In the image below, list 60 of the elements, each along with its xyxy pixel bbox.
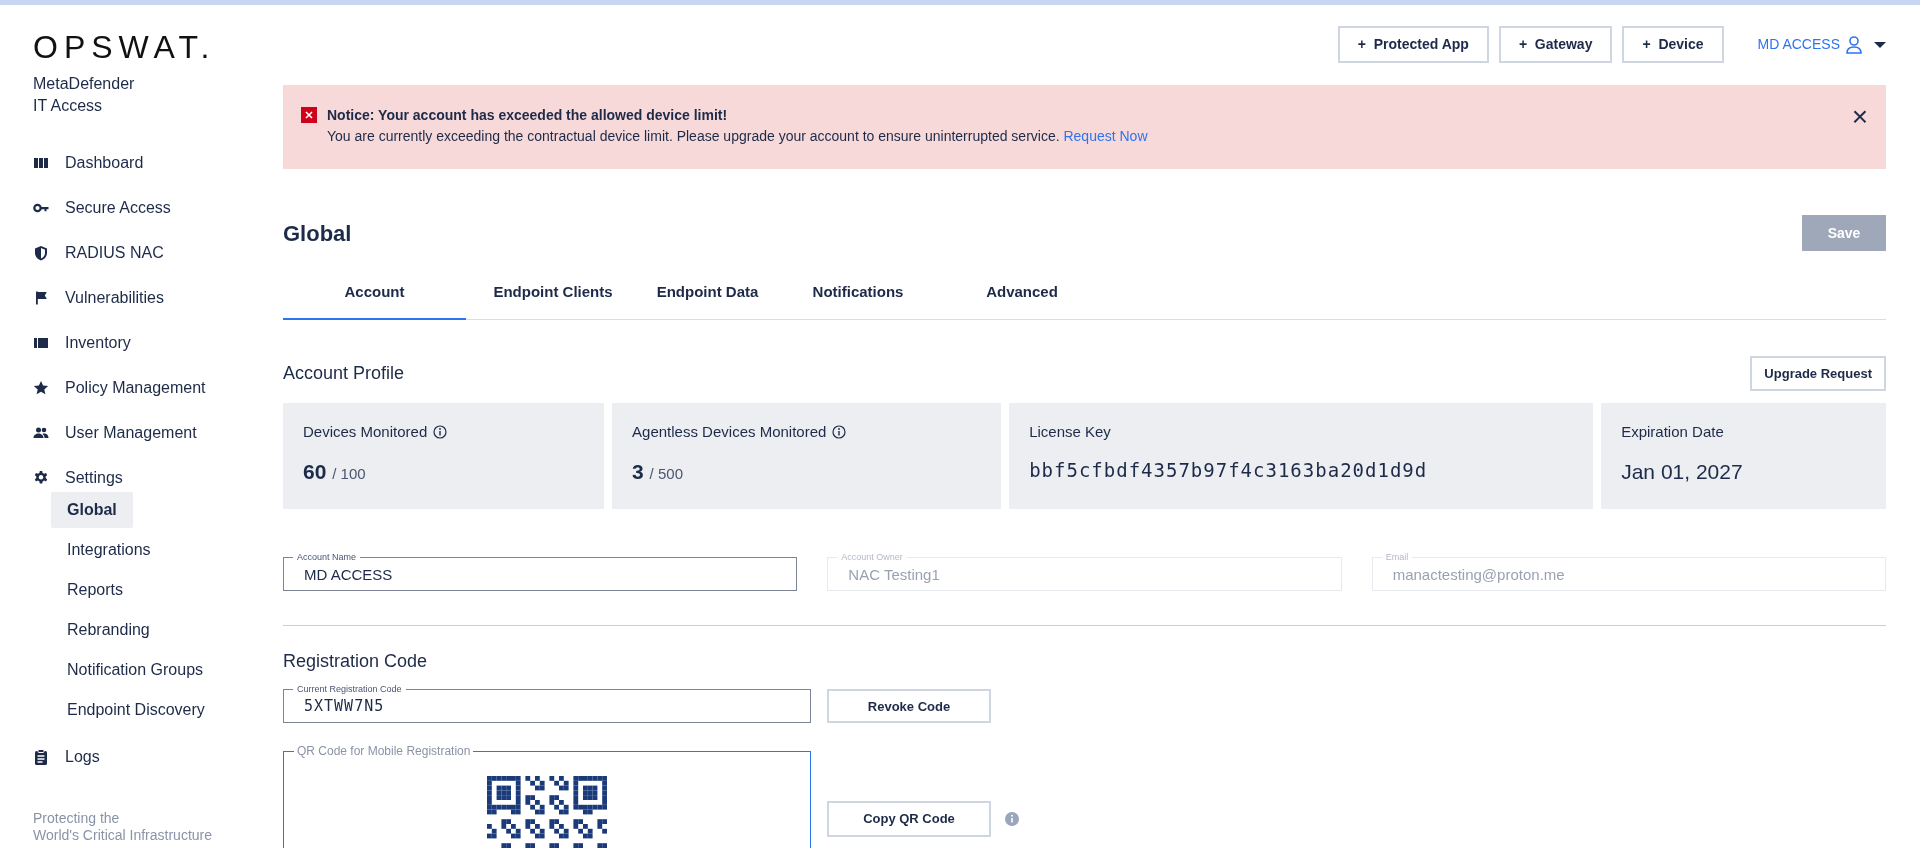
stat-label: License Key [1029, 422, 1111, 442]
product-name: IT Access [33, 95, 104, 116]
sidebar-subitem[interactable]: Notification Groups [51, 652, 220, 689]
info-icon[interactable] [433, 425, 448, 440]
clipboard-icon [33, 748, 49, 765]
expiration-date: Jan 01, 2027 [1621, 458, 1744, 485]
tab[interactable]: Notifications [775, 271, 941, 320]
copy-button[interactable]: Copy QR Code [827, 801, 991, 837]
logo-text: OPSWAT. [33, 31, 217, 63]
field-label: Email [1381, 551, 1413, 563]
field-label: Account Name [293, 551, 361, 563]
sidebar-item[interactable]: Dashboard [33, 140, 270, 186]
field-label: Account Owner [837, 551, 907, 563]
sidebar-subitem[interactable]: Global [51, 492, 133, 529]
caret-icon [1874, 40, 1886, 49]
sidebar-subitem[interactable]: Integrations [51, 532, 167, 569]
sidebar-subitem[interactable]: Reports [51, 572, 140, 609]
section-title: Account Profile [283, 361, 405, 385]
sidebar-item[interactable]: Policy Management [33, 365, 270, 411]
info-icon[interactable] [832, 425, 847, 440]
product-name: MetaDefender [33, 74, 136, 94]
sidebar-item[interactable]: RADIUS NAC [33, 230, 270, 276]
notice-message: You are currently exceeding the contractual device limit. Please upgrade your account to ensure uninterrupted service. Request Now [327, 127, 1148, 146]
gear-icon [33, 469, 49, 486]
sidebar-item[interactable]: Vulnerabilities [33, 275, 270, 321]
error-icon [301, 107, 317, 123]
license-key: bbf5cfbdf4357b97f4c3163ba20d1d9d [1029, 455, 1574, 484]
user-icon [1846, 35, 1862, 54]
revoke-button[interactable]: Revoke Code [827, 689, 991, 723]
upgrade-button[interactable]: Upgrade Request [1750, 355, 1886, 391]
panel-label: QR Code for Mobile Registration [294, 743, 474, 759]
stat-value: 3 / 500 [632, 458, 684, 485]
stat-value: 60 / 100 [303, 458, 367, 485]
sidebar-item[interactable]: Inventory [33, 320, 270, 366]
close-button[interactable]: × [1851, 105, 1868, 129]
field-label: Current Registration Code [293, 683, 406, 695]
sidebar-item[interactable]: User Management [33, 410, 270, 456]
flag-icon [33, 289, 49, 306]
tab[interactable]: Account [283, 271, 466, 320]
add-button[interactable]: + Device [1622, 26, 1724, 63]
add-button[interactable]: + Gateway [1498, 26, 1613, 63]
sidebar-item[interactable]: Logs [33, 734, 270, 780]
shield-icon [33, 244, 49, 261]
notice-title: Notice: Your account has exceeded the allowed device limit! [327, 106, 729, 125]
tagline-text: Protecting the [33, 810, 121, 828]
star-icon [33, 379, 49, 396]
user-menu[interactable]: MD ACCESS [1757, 34, 1886, 55]
sidebar-subitem[interactable]: Rebranding [51, 612, 166, 649]
tagline-text: World's Critical Infrastructure [33, 827, 213, 844]
section-title: Registration Code [283, 650, 429, 673]
tab[interactable]: Endpoint Data [640, 271, 775, 320]
sidebar-item[interactable]: Secure Access [33, 185, 270, 231]
stat-label: Expiration Date [1621, 422, 1724, 442]
tab[interactable]: Endpoint Clients [466, 271, 640, 320]
tab[interactable]: Advanced [941, 271, 1103, 320]
page-title: Global [283, 219, 352, 248]
sidebar-subitem[interactable]: Endpoint Discovery [51, 692, 221, 729]
stat-label: Devices Monitored [303, 422, 428, 442]
add-button[interactable]: + Protected App [1337, 26, 1489, 63]
stat-label: Agentless Devices Monitored [632, 422, 827, 442]
